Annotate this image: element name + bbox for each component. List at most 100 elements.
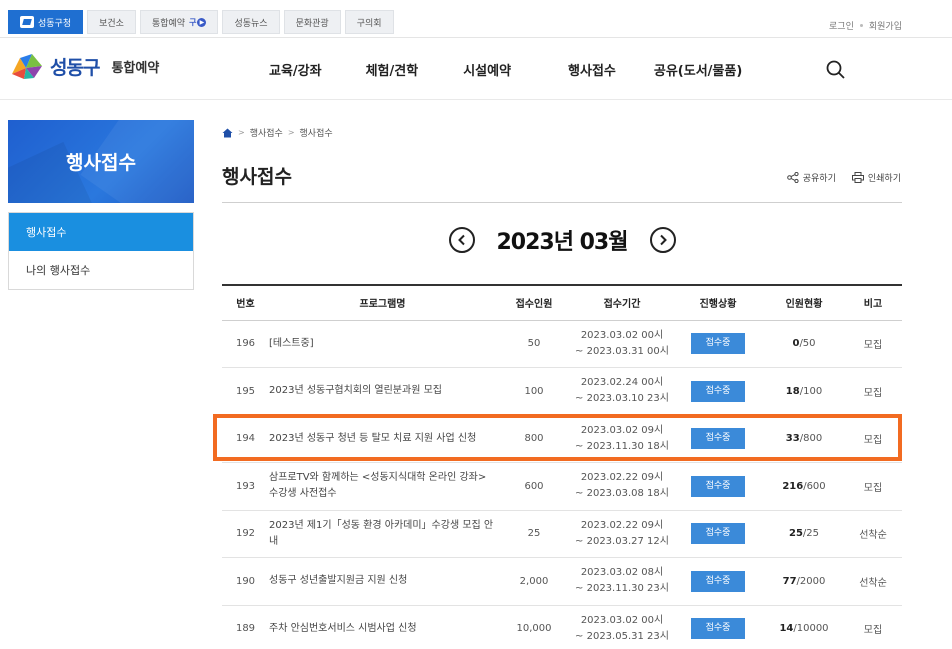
program-name-link[interactable]: 2023년 성동구 청년 등 탈모 치료 지원 사업 신청: [269, 415, 496, 463]
program-name-link[interactable]: 삼프로TV와 함께하는 <성동지식대학 온라인 강좌> 수강생 사전접수: [269, 463, 496, 511]
logo-subtitle: 통합예약: [111, 60, 160, 76]
row-capacity: 10,000: [516, 623, 552, 635]
site-tab-culture-tour[interactable]: 문화관광: [283, 10, 341, 34]
home-icon[interactable]: [222, 128, 233, 138]
row-applicants: 25/25: [764, 510, 844, 558]
period-start: 2023.03.02 08시: [580, 567, 664, 579]
reservation-mark-icon: 구 ▶: [189, 17, 207, 28]
row-capacity: 800: [524, 433, 544, 445]
total-count: /25: [802, 528, 819, 540]
applied-count: 14: [779, 623, 794, 635]
row-period: 2023.02.22 09시 ~ 2023.03.08 18시: [572, 463, 672, 511]
status-badge[interactable]: 접수중: [691, 428, 745, 450]
table-row[interactable]: 190 성동구 성년출발지원금 지원 신청 2,000 2023.03.02 08시 ~…: [222, 558, 902, 606]
row-note: 모집: [863, 387, 883, 399]
lnb-title-banner: 행사접수: [8, 120, 194, 203]
row-note: 선착순: [859, 577, 887, 589]
gnb-item-sharing[interactable]: 공유(도서/물품): [654, 60, 742, 79]
join-link[interactable]: 회원가입: [869, 19, 902, 32]
title-divider: [222, 202, 902, 203]
gnb-item-education[interactable]: 교육/강좌: [269, 60, 322, 79]
site-tab-label: 보건소: [99, 18, 124, 29]
status-badge[interactable]: 접수중: [691, 618, 745, 640]
site-tab-label: 통합예약: [151, 18, 186, 29]
total-count: /2000: [796, 575, 826, 587]
table-row[interactable]: 196 [테스트중] 50 2023.03.02 00시 ~ 2023.03.31 00…: [222, 320, 902, 368]
print-button[interactable]: 인쇄하기: [851, 171, 901, 184]
print-icon: [851, 172, 864, 183]
site-tab-label: 문화관광: [295, 18, 329, 29]
next-month-button[interactable]: [649, 227, 676, 253]
site-tab-seongdong-gu[interactable]: 성동구청: [8, 10, 84, 34]
breadcrumb-separator: >: [238, 128, 245, 137]
row-number: 192: [235, 528, 256, 540]
gnb-item-experience[interactable]: 체험/견학: [366, 60, 419, 79]
current-month: 2023년 03월: [496, 230, 629, 255]
row-capacity: 100: [524, 385, 544, 397]
table-row[interactable]: 193 삼프로TV와 함께하는 <성동지식대학 온라인 강좌> 수강생 사전접수 6…: [222, 463, 902, 511]
row-note: 모집: [863, 482, 883, 494]
lnb-item-event-apply[interactable]: 행사접수: [9, 213, 193, 251]
program-name-link[interactable]: 성동구 성년출발지원금 지원 신청: [269, 558, 496, 606]
site-tab-reservation[interactable]: 통합예약 구 ▶: [139, 10, 219, 34]
print-label: 인쇄하기: [867, 174, 901, 184]
program-name-link[interactable]: 2023년 제1기「성동 환경 아카데미」수강생 모집 안내: [269, 510, 496, 558]
search-icon[interactable]: [826, 60, 846, 80]
period-start: 2023.02.22 09시: [580, 472, 664, 484]
row-status-cell: 접수중: [672, 558, 764, 606]
gnb-item-facility[interactable]: 시설예약: [463, 60, 511, 79]
site-tab-health-center[interactable]: 보건소: [87, 10, 136, 34]
row-capacity: 50: [527, 338, 541, 350]
period-start: 2023.02.22 09시: [580, 519, 664, 531]
breadcrumb-item[interactable]: 행사접수: [250, 126, 283, 139]
gnb-item-event[interactable]: 행사접수: [568, 60, 616, 79]
row-status-cell: 접수중: [672, 368, 764, 416]
table-row[interactable]: 192 2023년 제1기「성동 환경 아카데미」수강생 모집 안내 25 2023.…: [222, 510, 902, 558]
status-badge[interactable]: 접수중: [691, 380, 745, 402]
row-status-cell: 접수중: [672, 320, 764, 368]
period-start: 2023.03.02 09시: [580, 424, 664, 436]
page-tools: 공유하기 인쇄하기: [786, 171, 901, 184]
lnb-item-my-events[interactable]: 나의 행사접수: [9, 251, 193, 289]
breadcrumb-separator: >: [287, 128, 295, 137]
column-header-capacity: 접수인원: [515, 299, 553, 311]
prev-month-button[interactable]: [448, 227, 475, 253]
status-badge[interactable]: 접수중: [691, 333, 745, 355]
status-badge[interactable]: 접수중: [691, 570, 745, 592]
row-period: 2023.03.02 08시 ~ 2023.11.30 23시: [572, 558, 672, 606]
period-end: ~ 2023.03.10 23시: [575, 393, 669, 405]
table-row[interactable]: 194 2023년 성동구 청년 등 탈모 치료 지원 사업 신청 800 2023.…: [222, 415, 902, 463]
site-tab-news[interactable]: 성동뉴스: [222, 10, 280, 34]
table-row[interactable]: 189 주차 안심번호서비스 시범사업 신청 10,000 2023.03.02 00…: [222, 605, 902, 649]
column-header-program: 프로그램명: [359, 299, 406, 311]
site-tab-council[interactable]: 구의회: [344, 10, 394, 34]
period-start: 2023.02.24 00시: [580, 377, 664, 389]
breadcrumb-item[interactable]: 행사접수: [300, 126, 333, 139]
period-end: ~ 2023.05.31 23시: [575, 630, 669, 642]
status-badge[interactable]: 접수중: [691, 475, 745, 497]
utility-bar: 성동구청 보건소 통합예약 구 ▶ 성동뉴스 문화관광 구의회 로그인 회원가입: [0, 0, 952, 38]
reservation-mark-text: 구: [189, 17, 197, 27]
chevron-right-icon: [659, 234, 667, 246]
share-button[interactable]: 공유하기: [786, 171, 836, 184]
breadcrumb: > 행사접수 > 행사접수: [222, 126, 333, 139]
program-name-link[interactable]: [테스트중]: [269, 320, 496, 368]
site-logo[interactable]: 성동구 통합예약: [10, 52, 159, 80]
program-name-link[interactable]: 주차 안심번호서비스 시범사업 신청: [269, 605, 496, 649]
program-name-link[interactable]: 2023년 성동구협치회의 열린분과원 모집: [269, 368, 496, 416]
status-badge[interactable]: 접수중: [691, 523, 745, 545]
global-nav: 교육/강좌 체험/견학 시설예약 행사접수 공유(도서/물품): [269, 60, 742, 79]
login-link[interactable]: 로그인: [829, 19, 854, 32]
column-header-note: 비고: [863, 299, 883, 311]
row-status-cell: 접수중: [672, 415, 764, 463]
row-number: 195: [235, 385, 256, 397]
row-applicants: 77/2000: [764, 558, 844, 606]
page-title: 행사접수: [222, 166, 292, 188]
total-count: /600: [803, 480, 826, 492]
table-row[interactable]: 195 2023년 성동구협치회의 열린분과원 모집 100 2023.02.24 0…: [222, 368, 902, 416]
column-header-applicants: 인원현황: [785, 299, 823, 311]
period-end: ~ 2023.03.08 18시: [575, 488, 669, 500]
site-tab-label: 성동뉴스: [234, 18, 268, 29]
period-start: 2023.03.02 00시: [580, 329, 664, 341]
applied-count: 216: [782, 480, 804, 492]
